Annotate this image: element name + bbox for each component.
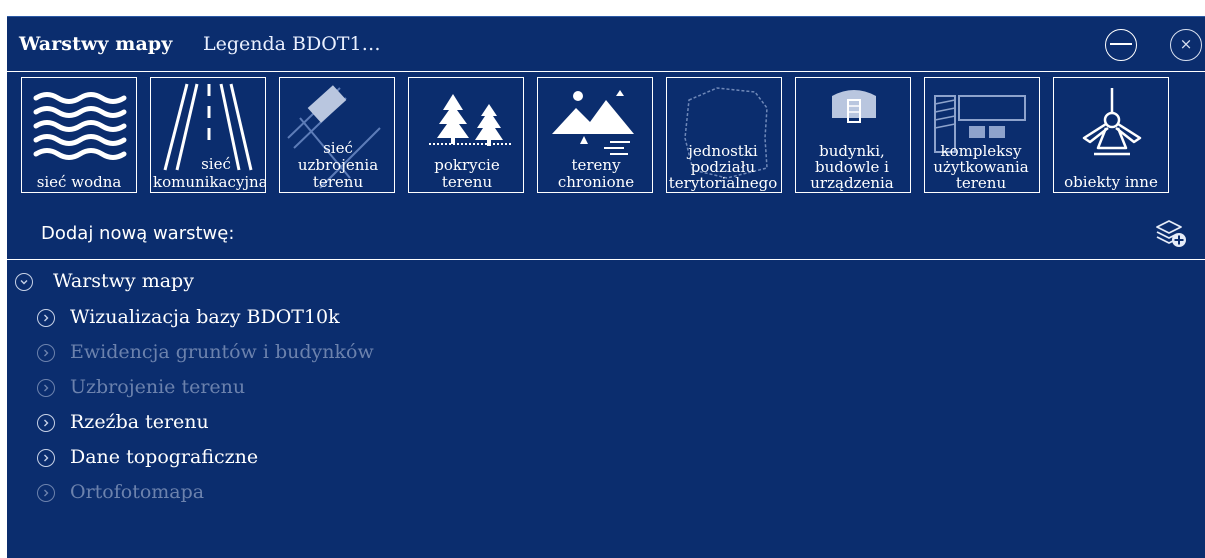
tree-item-label: Wizualizacja bazy BDOT10k: [70, 306, 340, 328]
legend-tab[interactable]: Legenda BDOT1…: [203, 33, 399, 55]
tree-root-label: Warstwy mapy: [53, 270, 194, 292]
add-layer-row: Dodaj nową warstwę:: [7, 209, 1205, 260]
expand-icon[interactable]: [37, 449, 55, 467]
add-layer-label: Dodaj nową warstwę:: [41, 223, 235, 244]
tile-label: sieć uzbrojenia terenu: [297, 139, 379, 191]
tree-item-label: Dane topograficzne: [70, 446, 259, 468]
tree-item-label: Uzbrojenie terenu: [70, 376, 246, 398]
tile-label: komunikacyjna: [153, 173, 266, 191]
tree-item-label: Ewidencja gruntów i budynków: [70, 341, 374, 363]
tree-item-label: Rzeźba terenu: [70, 411, 209, 433]
tile-obiekty-inne[interactable]: obiekty inne: [1053, 77, 1169, 193]
minimize-button[interactable]: [1105, 29, 1137, 61]
expand-icon[interactable]: [37, 379, 55, 397]
tile-pokrycie-terenu[interactable]: pokrycie terenu: [408, 77, 524, 193]
tile-label-line1: sieć: [201, 155, 231, 173]
tile-label: obiekty inne: [1064, 173, 1158, 191]
tile-jednostki-podzialu[interactable]: jednostki podziału terytorialnego: [666, 77, 782, 193]
close-button[interactable]: ×: [1170, 29, 1202, 61]
tile-label: budynki, budowle i urządzenia: [810, 142, 894, 192]
panel-title: Warstwy mapy: [19, 33, 173, 55]
tile-label: tereny chronione: [557, 156, 635, 191]
tile-kompleksy[interactable]: kompleksy użytkowania terenu: [924, 77, 1040, 193]
tile-siec-komunikacyjna[interactable]: sieć komunikacyjna: [150, 77, 266, 193]
tile-budynki[interactable]: budynki, budowle i urządzenia: [795, 77, 911, 193]
add-layer-icon[interactable]: [1153, 215, 1187, 249]
close-icon: ×: [1179, 35, 1193, 53]
tile-tereny-chronione[interactable]: tereny chronione: [537, 77, 653, 193]
tile-label: pokrycie terenu: [434, 156, 500, 191]
tile-siec-wodna[interactable]: sieć wodna: [21, 77, 137, 193]
expand-icon[interactable]: [37, 344, 55, 362]
expand-icon[interactable]: [37, 309, 55, 327]
map-layers-panel: Warstwy mapy Legenda BDOT1… × sieć wodna: [7, 16, 1205, 558]
collapse-icon[interactable]: [15, 273, 33, 291]
expand-icon[interactable]: [37, 484, 55, 502]
tree-item-label: Ortofotomapa: [70, 481, 205, 503]
tile-label: jednostki podziału terytorialnego: [668, 142, 778, 192]
tile-siec-uzbrojenia[interactable]: sieć uzbrojenia terenu: [279, 77, 395, 193]
tile-label: kompleksy użytkowania terenu: [933, 142, 1029, 192]
window-left-edge: [0, 16, 7, 557]
tile-label: sieć wodna: [36, 173, 122, 191]
panel-header: Warstwy mapy Legenda BDOT1… ×: [7, 17, 1205, 72]
expand-icon[interactable]: [37, 414, 55, 432]
